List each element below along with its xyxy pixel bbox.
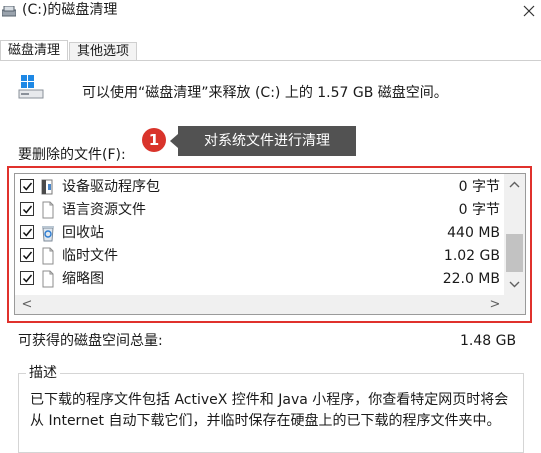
total-space-value: 1.48 GB — [460, 333, 517, 349]
free-space-info: 可以使用“磁盘清理”来释放 (C:) 上的 1.57 GB 磁盘空间。 — [82, 85, 448, 101]
list-item[interactable]: 临时文件 1.02 GB — [20, 245, 504, 267]
tab-more-options[interactable]: 其他选项 — [69, 42, 137, 60]
file-name: 缩略图 — [62, 271, 104, 287]
scroll-left-button[interactable]: < — [18, 295, 36, 314]
hard-drive-icon — [18, 74, 44, 100]
title-bar: (C:)的磁盘清理 — [0, 0, 541, 22]
file-name: 临时文件 — [62, 248, 118, 264]
file-name: 设备驱动程序包 — [62, 179, 160, 195]
window-title: (C:)的磁盘清理 — [22, 2, 118, 18]
checkbox[interactable] — [20, 225, 34, 239]
blank-file-icon — [40, 201, 56, 219]
scroll-down-button[interactable] — [504, 275, 525, 293]
description-text: 已下载的程序文件包括 ActiveX 控件和 Java 小程序，你查看特定网页时… — [30, 392, 509, 429]
file-size: 0 字节 — [458, 179, 500, 195]
blank-file-icon — [40, 247, 56, 265]
close-icon — [523, 5, 535, 17]
recycle-bin-icon — [40, 224, 56, 242]
file-size: 1.02 GB — [443, 248, 500, 264]
chevron-up-icon — [509, 181, 520, 188]
chevron-down-icon — [509, 281, 520, 288]
list-item[interactable]: 语言资源文件 0 字节 — [20, 199, 504, 221]
files-to-delete-label: 要删除的文件(F): — [18, 147, 126, 163]
vertical-scroll-thumb[interactable] — [506, 234, 523, 272]
file-size: 0 字节 — [458, 202, 500, 218]
file-name: 回收站 — [62, 225, 104, 241]
file-name: 语言资源文件 — [62, 202, 146, 218]
list-item[interactable]: 设备驱动程序包 0 字节 — [20, 176, 504, 198]
checkbox[interactable] — [20, 202, 34, 216]
driver-package-icon — [40, 178, 56, 196]
blank-file-icon — [40, 270, 56, 288]
checkbox[interactable] — [20, 248, 34, 262]
checkbox[interactable] — [20, 271, 34, 285]
list-item[interactable]: 缩略图 22.0 MB — [20, 268, 504, 290]
file-size: 440 MB — [447, 225, 500, 241]
step-badge: 1 — [142, 128, 166, 152]
scrollbar-corner — [504, 295, 525, 314]
disk-cleanup-icon — [1, 3, 17, 17]
scroll-right-button[interactable]: > — [486, 295, 504, 314]
tab-disk-cleanup[interactable]: 磁盘清理 — [0, 40, 68, 60]
checkbox[interactable] — [20, 179, 34, 193]
close-button[interactable] — [517, 0, 541, 22]
list-item[interactable]: 回收站 440 MB — [20, 222, 504, 244]
file-size: 22.0 MB — [442, 271, 500, 287]
annotation-tooltip: 对系统文件进行清理 — [178, 126, 356, 156]
horizontal-scrollbar[interactable] — [15, 295, 504, 314]
total-space-label: 可获得的磁盘空间总量: — [18, 333, 163, 349]
description-title: 描述 — [26, 364, 60, 382]
tooltip-pointer — [170, 134, 178, 148]
scroll-up-button[interactable] — [504, 176, 525, 194]
